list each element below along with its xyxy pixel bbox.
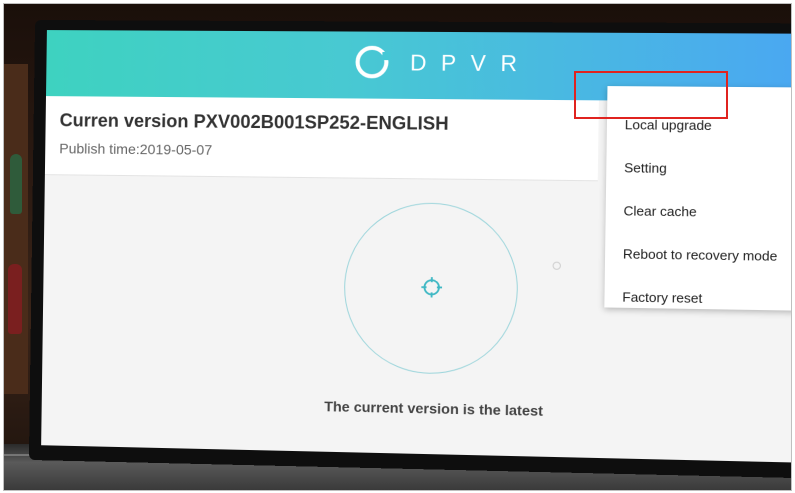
logo-text: DPVR — [409, 50, 532, 77]
dpvr-logo-icon — [355, 45, 389, 79]
version-status: The current version is the latest — [324, 398, 544, 419]
version-info: Curren version PXV002B001SP252-ENGLISH P… — [44, 96, 599, 182]
menu-item-factory-reset[interactable]: Factory reset — [604, 277, 791, 322]
menu-item-setting[interactable]: Setting — [606, 148, 791, 191]
options-menu: Local upgrade Setting Clear cache Reboot… — [604, 86, 791, 311]
target-icon — [420, 276, 443, 299]
publish-time: Publish time:2019-05-07 — [59, 140, 213, 158]
menu-item-reboot-recovery[interactable]: Reboot to recovery mode — [605, 234, 791, 278]
current-version-title: Curren version PXV002B001SP252-ENGLISH — [59, 110, 449, 134]
screenshot-frame: DPVR Curren version PXV002B001SP252-ENGL… — [3, 3, 792, 491]
cursor-dot — [552, 261, 561, 270]
menu-item-clear-cache[interactable]: Clear cache — [605, 191, 791, 235]
highlight-box — [574, 71, 728, 119]
wine-bottle — [10, 154, 22, 214]
wine-bottle — [8, 264, 22, 334]
bookshelf-left — [4, 64, 28, 394]
